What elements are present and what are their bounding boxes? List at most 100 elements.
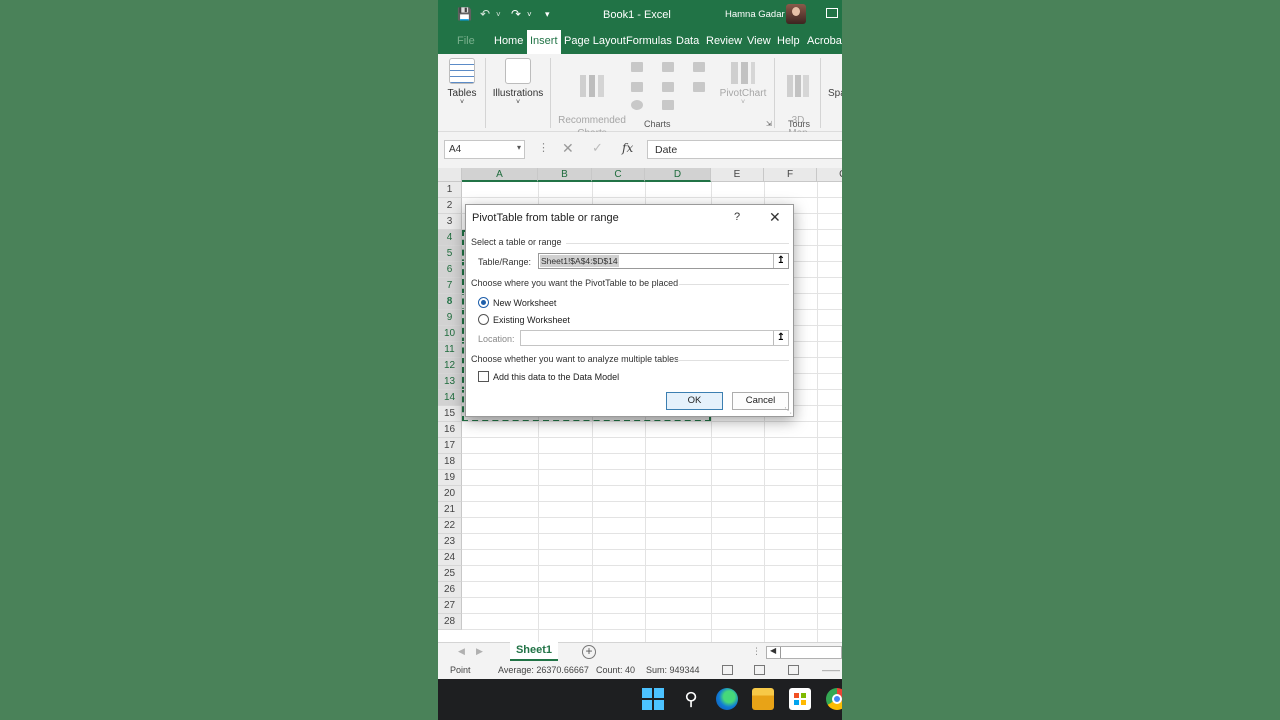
statistic-chart-icon[interactable]	[662, 82, 674, 92]
cancel-button[interactable]: Cancel	[732, 392, 789, 410]
column-header-a[interactable]: A	[462, 168, 538, 182]
location-collapse-icon[interactable]: ↥	[773, 331, 788, 345]
tab-data[interactable]: Data	[676, 35, 699, 47]
resize-grip-icon[interactable]: ⋱	[784, 406, 792, 415]
horizontal-scrollbar[interactable]: ◀	[766, 646, 842, 659]
row-header[interactable]: 20	[438, 486, 462, 502]
microsoft-store-icon[interactable]	[789, 688, 811, 710]
row-header[interactable]: 1	[438, 182, 462, 198]
name-box[interactable]: A4 ▾	[444, 140, 525, 159]
cancel-entry-icon[interactable]: ✕	[562, 140, 574, 157]
undo-dropdown-icon[interactable]: ˅	[496, 10, 501, 19]
scatter-chart-icon[interactable]	[662, 100, 674, 110]
zoom-slider[interactable]: ——	[822, 665, 840, 675]
windows-start-icon[interactable]	[642, 688, 664, 710]
pivotchart-button[interactable]: PivotChart ˅	[718, 62, 768, 106]
row-header[interactable]: 2	[438, 198, 462, 214]
row-header[interactable]: 13	[438, 374, 462, 390]
tab-formulas[interactable]: Formulas	[626, 35, 672, 47]
row-header[interactable]: 15	[438, 406, 462, 422]
existing-worksheet-label[interactable]: Existing Worksheet	[493, 315, 570, 325]
row-header[interactable]: 25	[438, 566, 462, 582]
pie-chart-icon[interactable]	[631, 100, 643, 110]
row-header[interactable]: 28	[438, 614, 462, 630]
tab-file[interactable]: File	[457, 35, 475, 47]
tab-review[interactable]: Review	[706, 35, 742, 47]
status-average[interactable]: Average: 26370.66667	[498, 665, 589, 675]
column-header-b[interactable]: B	[538, 168, 592, 182]
row-header[interactable]: 21	[438, 502, 462, 518]
tab-view[interactable]: View	[747, 35, 771, 47]
column-header-g[interactable]: G	[817, 168, 842, 182]
tab-insert[interactable]: Insert	[527, 30, 561, 54]
column-header-f[interactable]: F	[764, 168, 817, 182]
row-header[interactable]: 23	[438, 534, 462, 550]
enter-entry-icon[interactable]: ✓	[592, 140, 603, 156]
status-count[interactable]: Count: 40	[596, 665, 635, 675]
hierarchy-chart-icon[interactable]	[662, 62, 674, 72]
line-chart-icon[interactable]	[631, 82, 643, 92]
scroll-thumb[interactable]	[780, 647, 781, 658]
column-chart-icon[interactable]	[631, 62, 643, 72]
charts-dialog-launcher-icon[interactable]: ⇲	[766, 120, 772, 128]
row-header[interactable]: 14	[438, 390, 462, 406]
name-box-dropdown-icon[interactable]: ▾	[517, 143, 521, 152]
row-header[interactable]: 12	[438, 358, 462, 374]
page-layout-view-icon[interactable]	[754, 665, 765, 675]
row-header[interactable]: 17	[438, 438, 462, 454]
save-icon[interactable]: 💾	[457, 7, 472, 21]
combo-chart-icon[interactable]	[693, 82, 705, 92]
tab-acrobat[interactable]: Acrobat	[807, 35, 842, 47]
formula-input[interactable]: Date	[647, 140, 842, 159]
tab-help[interactable]: Help	[777, 35, 800, 47]
select-all-corner[interactable]	[438, 168, 462, 182]
table-range-input[interactable]: Sheet1!$A$4:$D$14 ↥	[538, 253, 789, 269]
row-header[interactable]: 22	[438, 518, 462, 534]
row-header[interactable]: 8	[438, 294, 462, 310]
row-header[interactable]: 6	[438, 262, 462, 278]
next-sheet-icon[interactable]: ▶	[476, 646, 483, 657]
customize-quick-access-icon[interactable]: ▾	[545, 9, 550, 20]
sparklines-button[interactable]: Spa	[828, 88, 842, 99]
add-sheet-icon[interactable]: +	[582, 645, 596, 659]
illustrations-button[interactable]: Illustrations ˅	[490, 58, 546, 106]
row-header[interactable]: 10	[438, 326, 462, 342]
row-header[interactable]: 4	[438, 230, 462, 246]
column-header-c[interactable]: C	[592, 168, 645, 182]
close-icon[interactable]: ✕	[769, 209, 781, 226]
ribbon-display-options-icon[interactable]	[826, 8, 838, 18]
row-header[interactable]: 3	[438, 214, 462, 230]
sheet-tab-sheet1[interactable]: Sheet1	[510, 642, 558, 661]
row-header[interactable]: 18	[438, 454, 462, 470]
undo-icon[interactable]: ↶	[480, 7, 490, 21]
file-explorer-icon[interactable]	[752, 688, 774, 710]
data-model-checkbox[interactable]	[478, 371, 489, 382]
row-header[interactable]: 16	[438, 422, 462, 438]
existing-worksheet-radio[interactable]	[478, 314, 489, 325]
chrome-icon[interactable]	[826, 688, 842, 710]
avatar[interactable]	[786, 4, 806, 24]
row-header[interactable]: 26	[438, 582, 462, 598]
row-header[interactable]: 19	[438, 470, 462, 486]
redo-icon[interactable]: ↷	[511, 7, 521, 21]
tab-home[interactable]: Home	[494, 35, 523, 47]
edge-browser-icon[interactable]	[716, 688, 738, 710]
column-header-e[interactable]: E	[711, 168, 764, 182]
column-header-d[interactable]: D	[645, 168, 711, 182]
row-header[interactable]: 5	[438, 246, 462, 262]
search-icon[interactable]: ⚲	[680, 688, 702, 710]
data-model-label[interactable]: Add this data to the Data Model	[493, 372, 619, 382]
user-name[interactable]: Hamna Gadar	[725, 9, 785, 20]
collapse-dialog-icon[interactable]: ↥	[773, 254, 788, 268]
new-worksheet-label[interactable]: New Worksheet	[493, 298, 556, 308]
redo-dropdown-icon[interactable]: ˅	[527, 10, 532, 19]
ok-button[interactable]: OK	[666, 392, 723, 410]
row-header[interactable]: 11	[438, 342, 462, 358]
waterfall-chart-icon[interactable]	[693, 62, 705, 72]
row-header[interactable]: 7	[438, 278, 462, 294]
tables-button[interactable]: Tables ˅	[446, 58, 478, 106]
tab-page-layout[interactable]: Page Layout	[564, 35, 626, 47]
row-header[interactable]: 27	[438, 598, 462, 614]
row-header[interactable]: 24	[438, 550, 462, 566]
help-icon[interactable]: ?	[734, 211, 740, 223]
